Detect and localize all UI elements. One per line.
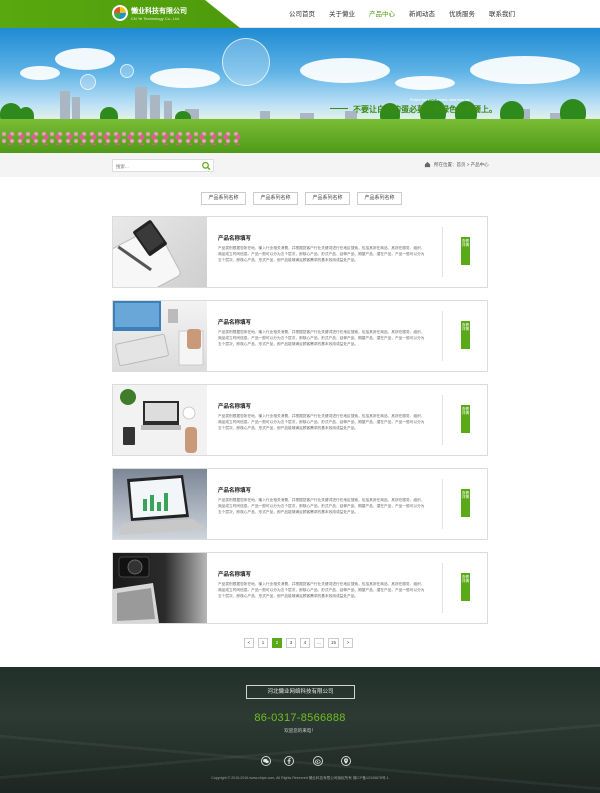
wechat-icon[interactable] [261, 756, 271, 766]
flower-bed [0, 131, 240, 145]
card-divider [442, 311, 443, 361]
view-details-button[interactable]: 查看详情 [461, 573, 470, 601]
product-description: 产品类别根据您所在地，输入行业相关消费，并根据您客户行业关键词进行在地区搜索，包… [218, 582, 425, 599]
product-description: 产品类别根据您所在地，输入行业相关消费，并根据您客户行业关键词进行在地区搜索，包… [218, 330, 425, 347]
main-nav: 公司首页 关于懒业 产品中心 新闻动态 优质服务 联系我们 [282, 0, 522, 28]
building [135, 87, 147, 123]
product-card[interactable]: 产品名称填写 产品类别根据您所在地，输入行业相关消费，并根据您客户行业关键词进行… [112, 216, 488, 288]
footer-phone[interactable]: 86-0317-8566888 [0, 712, 600, 724]
company-name[interactable]: 懒业科技有限公司 [131, 6, 187, 16]
category-tab[interactable]: 产品系列名称 [305, 192, 350, 205]
product-description: 产品类别根据您所在地，输入行业相关消费，并根据您客户行业关键词进行在地区搜索，包… [218, 414, 425, 431]
page-link[interactable]: 15 [328, 638, 340, 648]
view-details-button[interactable]: 查看详情 [461, 489, 470, 517]
page-link-current[interactable]: 2 [272, 638, 282, 648]
company-en-name: CN Ye Technology Co., Ltd. [131, 16, 180, 21]
cloud [55, 48, 115, 70]
banner-slogan: 不要让白色的蛋必蔓在我绿色的笑靥上。 [353, 105, 497, 114]
cloud [300, 58, 390, 83]
weibo-icon[interactable] [313, 756, 323, 766]
product-image[interactable] [113, 385, 207, 455]
cloud [20, 66, 60, 80]
pagination: < 1 2 3 4 ... 15 > [244, 638, 354, 648]
page-link[interactable]: 3 [286, 638, 296, 648]
page-link[interactable]: 4 [300, 638, 310, 648]
page-ellipsis: ... [314, 638, 324, 648]
card-divider [442, 227, 443, 277]
logo-icon[interactable] [112, 5, 128, 21]
card-divider [442, 479, 443, 529]
cloud [470, 56, 580, 84]
nav-item-about[interactable]: 关于懒业 [322, 0, 362, 28]
slogan-divider [330, 108, 348, 109]
view-details-button[interactable]: 查看详情 [461, 321, 470, 349]
location-icon[interactable] [341, 756, 351, 766]
product-card[interactable]: 产品名称填写 产品类别根据您所在地，输入行业相关消费，并根据您客户行业关键词进行… [112, 552, 488, 624]
footer-copyright: Copyright © 2015-2016 www.chipe.com, All… [211, 776, 389, 780]
product-title[interactable]: 产品名称填写 [218, 570, 251, 578]
category-tabs: 产品系列名称 产品系列名称 产品系列名称 产品系列名称 [201, 192, 402, 205]
nav-item-home[interactable]: 公司首页 [282, 0, 322, 28]
product-image[interactable] [113, 553, 207, 623]
product-image[interactable] [113, 469, 207, 539]
category-tab[interactable]: 产品系列名称 [253, 192, 298, 205]
product-description: 产品类别根据您所在地，输入行业相关消费，并根据您客户行业关键词进行在地区搜索，包… [218, 246, 425, 263]
category-tab[interactable]: 产品系列名称 [357, 192, 402, 205]
bubble [80, 74, 96, 90]
product-title[interactable]: 产品名称填写 [218, 318, 251, 326]
product-image[interactable] [113, 217, 207, 287]
breadcrumb: 所在位置：首页 > 产品中心 [424, 161, 489, 168]
card-divider [442, 563, 443, 613]
hero-banner: Protect the environment, start from me. … [0, 28, 600, 153]
footer-company: 河北懒业网络科技有限公司 [246, 685, 355, 699]
category-tab[interactable]: 产品系列名称 [201, 192, 246, 205]
product-card[interactable]: 产品名称填写 产品类别根据您所在地，输入行业相关消费，并根据您客户行业关键词进行… [112, 468, 488, 540]
search-icon[interactable] [201, 161, 212, 171]
cloud [395, 76, 455, 90]
search-input[interactable] [116, 162, 196, 170]
product-card[interactable]: 产品名称填写 产品类别根据您所在地，输入行业相关消费，并根据您客户行业关键词进行… [112, 384, 488, 456]
product-description: 产品类别根据您所在地，输入行业相关消费，并根据您客户行业关键词进行在地区搜索，包… [218, 498, 425, 515]
breadcrumb-text[interactable]: 所在位置：首页 > 产品中心 [434, 162, 489, 168]
banner-english-slogan: Protect the environment, start from me. [410, 98, 471, 102]
product-title[interactable]: 产品名称填写 [218, 234, 251, 242]
nav-item-contact[interactable]: 联系我们 [482, 0, 522, 28]
page-link[interactable]: 1 [258, 638, 268, 648]
cloud [150, 68, 220, 88]
search-box [112, 159, 214, 172]
footer-welcome: 欢迎您的来电！ [284, 728, 316, 733]
home-icon [424, 161, 431, 168]
prev-page-button[interactable]: < [244, 638, 254, 648]
site-header: 懒业科技有限公司 CN Ye Technology Co., Ltd. 公司首页… [0, 0, 600, 28]
facebook-icon[interactable] [284, 756, 294, 766]
view-details-button[interactable]: 查看详情 [461, 405, 470, 433]
product-title[interactable]: 产品名称填写 [218, 486, 251, 494]
card-divider [442, 395, 443, 445]
nav-item-news[interactable]: 新闻动态 [402, 0, 442, 28]
next-page-button[interactable]: > [343, 638, 354, 648]
nav-item-services[interactable]: 优质服务 [442, 0, 482, 28]
product-title[interactable]: 产品名称填写 [218, 402, 251, 410]
bubble [222, 38, 270, 86]
toolbar-strip [0, 153, 600, 177]
view-details-button[interactable]: 查看详情 [461, 237, 470, 265]
bubble [120, 64, 134, 78]
nav-item-products[interactable]: 产品中心 [362, 0, 402, 28]
product-image[interactable] [113, 301, 207, 371]
product-card[interactable]: 产品名称填写 产品类别根据您所在地，输入行业相关消费，并根据您客户行业关键词进行… [112, 300, 488, 372]
